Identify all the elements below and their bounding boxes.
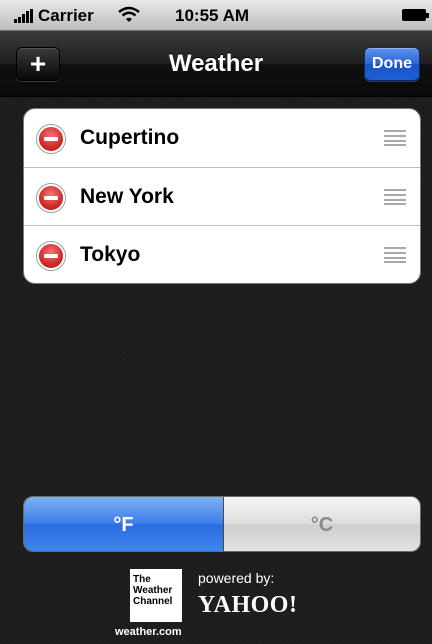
- celsius-segment[interactable]: °C: [224, 497, 420, 551]
- weather-channel-logo: The Weather Channel: [130, 569, 182, 622]
- status-time: 10:55 AM: [175, 6, 250, 25]
- wifi-icon: [118, 6, 140, 22]
- reorder-handle-icon[interactable]: [384, 130, 406, 146]
- weather-com-link[interactable]: weather.com: [115, 626, 182, 638]
- city-name: Cupertino: [80, 126, 180, 149]
- minus-circle-icon[interactable]: [37, 183, 65, 212]
- battery-icon: [402, 9, 429, 21]
- reorder-handle-icon[interactable]: [384, 188, 406, 205]
- yahoo-logo[interactable]: YAHOO!: [198, 592, 297, 619]
- city-list: Cupertino New York Tokyo: [23, 108, 421, 284]
- city-name: Tokyo: [80, 243, 141, 266]
- city-name: New York: [80, 184, 174, 208]
- nav-bar: + Weather Done: [0, 31, 432, 97]
- signal-bars-icon: [14, 9, 36, 23]
- done-button[interactable]: Done: [364, 47, 420, 81]
- city-row-cupertino[interactable]: Cupertino: [24, 109, 420, 168]
- fahrenheit-segment[interactable]: °F: [24, 497, 224, 551]
- status-bar: Carrier 10:55 AM: [0, 0, 432, 31]
- reorder-handle-icon[interactable]: [384, 247, 406, 263]
- carrier-label: Carrier: [38, 6, 94, 25]
- powered-by-label: powered by:: [198, 570, 275, 586]
- main-content: Cupertino New York Tokyo °F °C The Weath…: [0, 98, 432, 644]
- city-row-tokyo[interactable]: Tokyo: [24, 226, 420, 283]
- minus-circle-icon[interactable]: [37, 125, 65, 153]
- minus-circle-icon[interactable]: [37, 242, 65, 270]
- units-segmented-control: °F °C: [23, 496, 421, 552]
- city-row-new-york[interactable]: New York: [24, 168, 420, 226]
